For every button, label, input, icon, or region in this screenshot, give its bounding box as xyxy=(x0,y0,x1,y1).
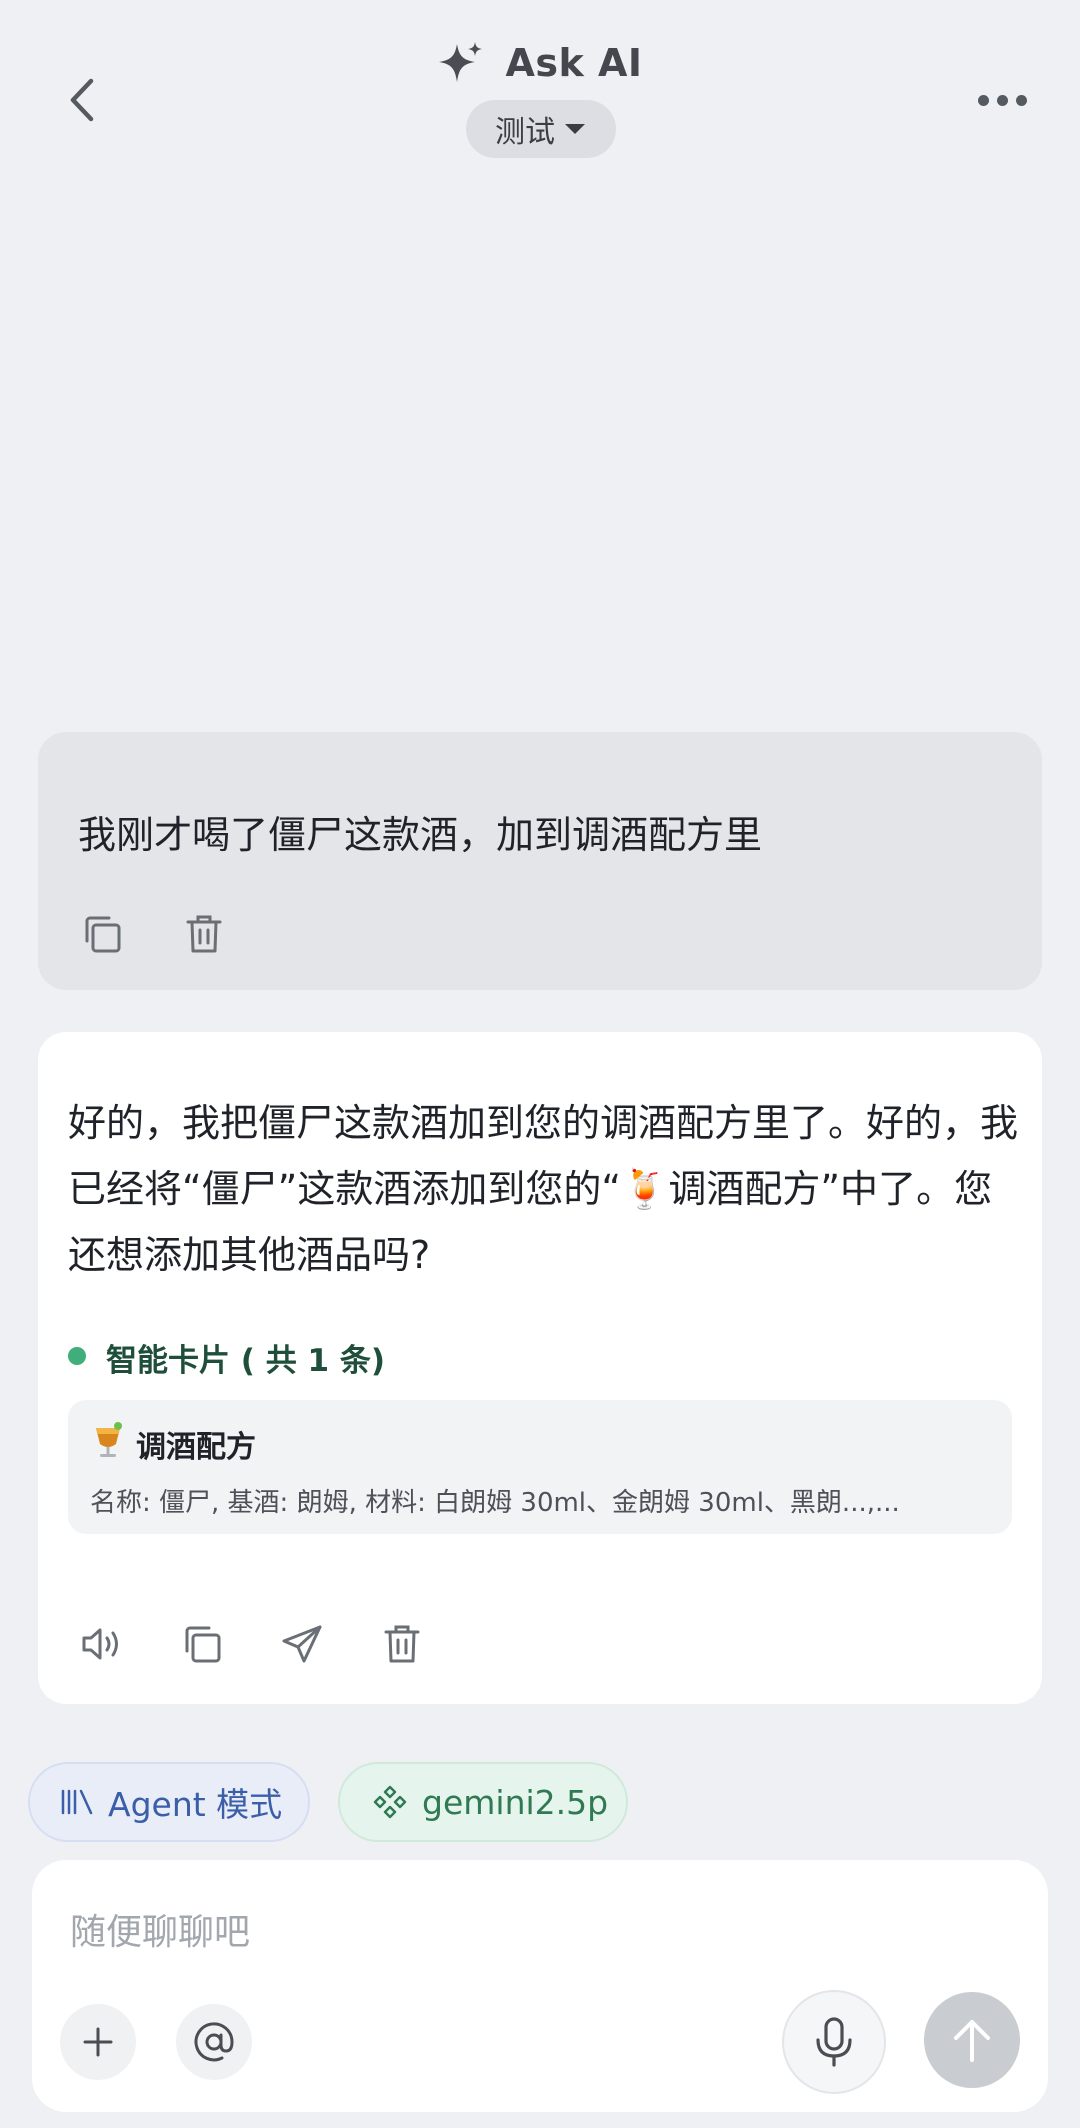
plus-icon xyxy=(83,2027,113,2057)
agent-mode-label: Agent 模式 xyxy=(108,1785,283,1824)
more-dot xyxy=(996,94,1008,106)
model-pill-label: 测试 xyxy=(495,115,555,150)
smart-cards-title: 智能卡片 ( 共 1 条) xyxy=(106,1343,386,1379)
page-title: Ask AI xyxy=(505,41,643,85)
user-message-actions xyxy=(78,910,228,958)
delete-button[interactable] xyxy=(378,1620,426,1668)
copy-icon xyxy=(185,1626,221,1663)
title-area: Ask AI xyxy=(0,40,1080,86)
model-selector-pill[interactable]: 测试 xyxy=(466,100,616,158)
trash-icon xyxy=(384,1625,420,1663)
send-button[interactable] xyxy=(924,1992,1020,2088)
cocktail-icon xyxy=(96,1422,122,1457)
smart-card-description: 名称: 僵尸, 基酒: 朗姆, 材料: 白朗姆 30ml、金朗姆 30ml、黑朗… xyxy=(90,1488,900,1518)
ai-message-text: 好的，我把僵尸这款酒加到您的调酒配方里了。好的，我已经将“僵尸”这款酒添加到您的… xyxy=(68,1101,1019,1277)
sparkle-icon xyxy=(439,42,483,82)
diamond-grid-icon xyxy=(373,1785,407,1819)
more-dots-icon xyxy=(977,94,989,106)
message-composer xyxy=(32,1860,1048,2112)
read-aloud-button[interactable] xyxy=(78,1620,126,1668)
speaker-icon xyxy=(82,1628,118,1660)
add-attachment-button[interactable] xyxy=(60,2004,136,2080)
at-icon xyxy=(194,2022,234,2062)
smart-card-title: 调酒配方 xyxy=(136,1430,256,1465)
more-dot xyxy=(1015,94,1027,106)
bars-icon xyxy=(61,1789,93,1815)
delete-button[interactable] xyxy=(180,910,228,958)
voice-input-button[interactable] xyxy=(782,1990,886,2094)
send-icon xyxy=(282,1625,322,1663)
mention-button[interactable] xyxy=(176,2004,252,2080)
microphone-icon xyxy=(816,2017,852,2067)
user-message-bubble: 我刚才喝了僵尸这款酒，加到调酒配方里 xyxy=(38,732,1042,990)
top-bar: Ask AI 测试 xyxy=(0,0,1080,170)
agent-mode-chip[interactable]: Agent 模式 xyxy=(28,1762,310,1842)
chat-screen: Ask AI 测试 我刚才喝了僵尸这款酒，加到调酒配方里 好的，我把僵尸这款酒加… xyxy=(0,0,1080,2128)
message-input[interactable] xyxy=(70,1904,970,1960)
ai-message-actions xyxy=(78,1620,426,1668)
smart-card-item[interactable]: 调酒配方 名称: 僵尸, 基酒: 朗姆, 材料: 白朗姆 30ml、金朗姆 30… xyxy=(68,1400,1012,1534)
more-options-button[interactable] xyxy=(970,76,1034,124)
caret-down-icon xyxy=(565,124,585,134)
user-message-text: 我刚才喝了僵尸这款酒，加到调酒配方里 xyxy=(78,813,763,857)
smart-card-status-dot xyxy=(68,1347,86,1365)
arrow-up-icon xyxy=(954,2020,990,2062)
trash-icon xyxy=(186,915,222,953)
model-chip-label: gemini2.5p xyxy=(422,1782,609,1822)
copy-button[interactable] xyxy=(178,1620,226,1668)
share-button[interactable] xyxy=(278,1620,326,1668)
copy-button[interactable] xyxy=(78,910,126,958)
copy-icon xyxy=(85,916,121,953)
model-chip[interactable]: gemini2.5p xyxy=(338,1762,628,1842)
